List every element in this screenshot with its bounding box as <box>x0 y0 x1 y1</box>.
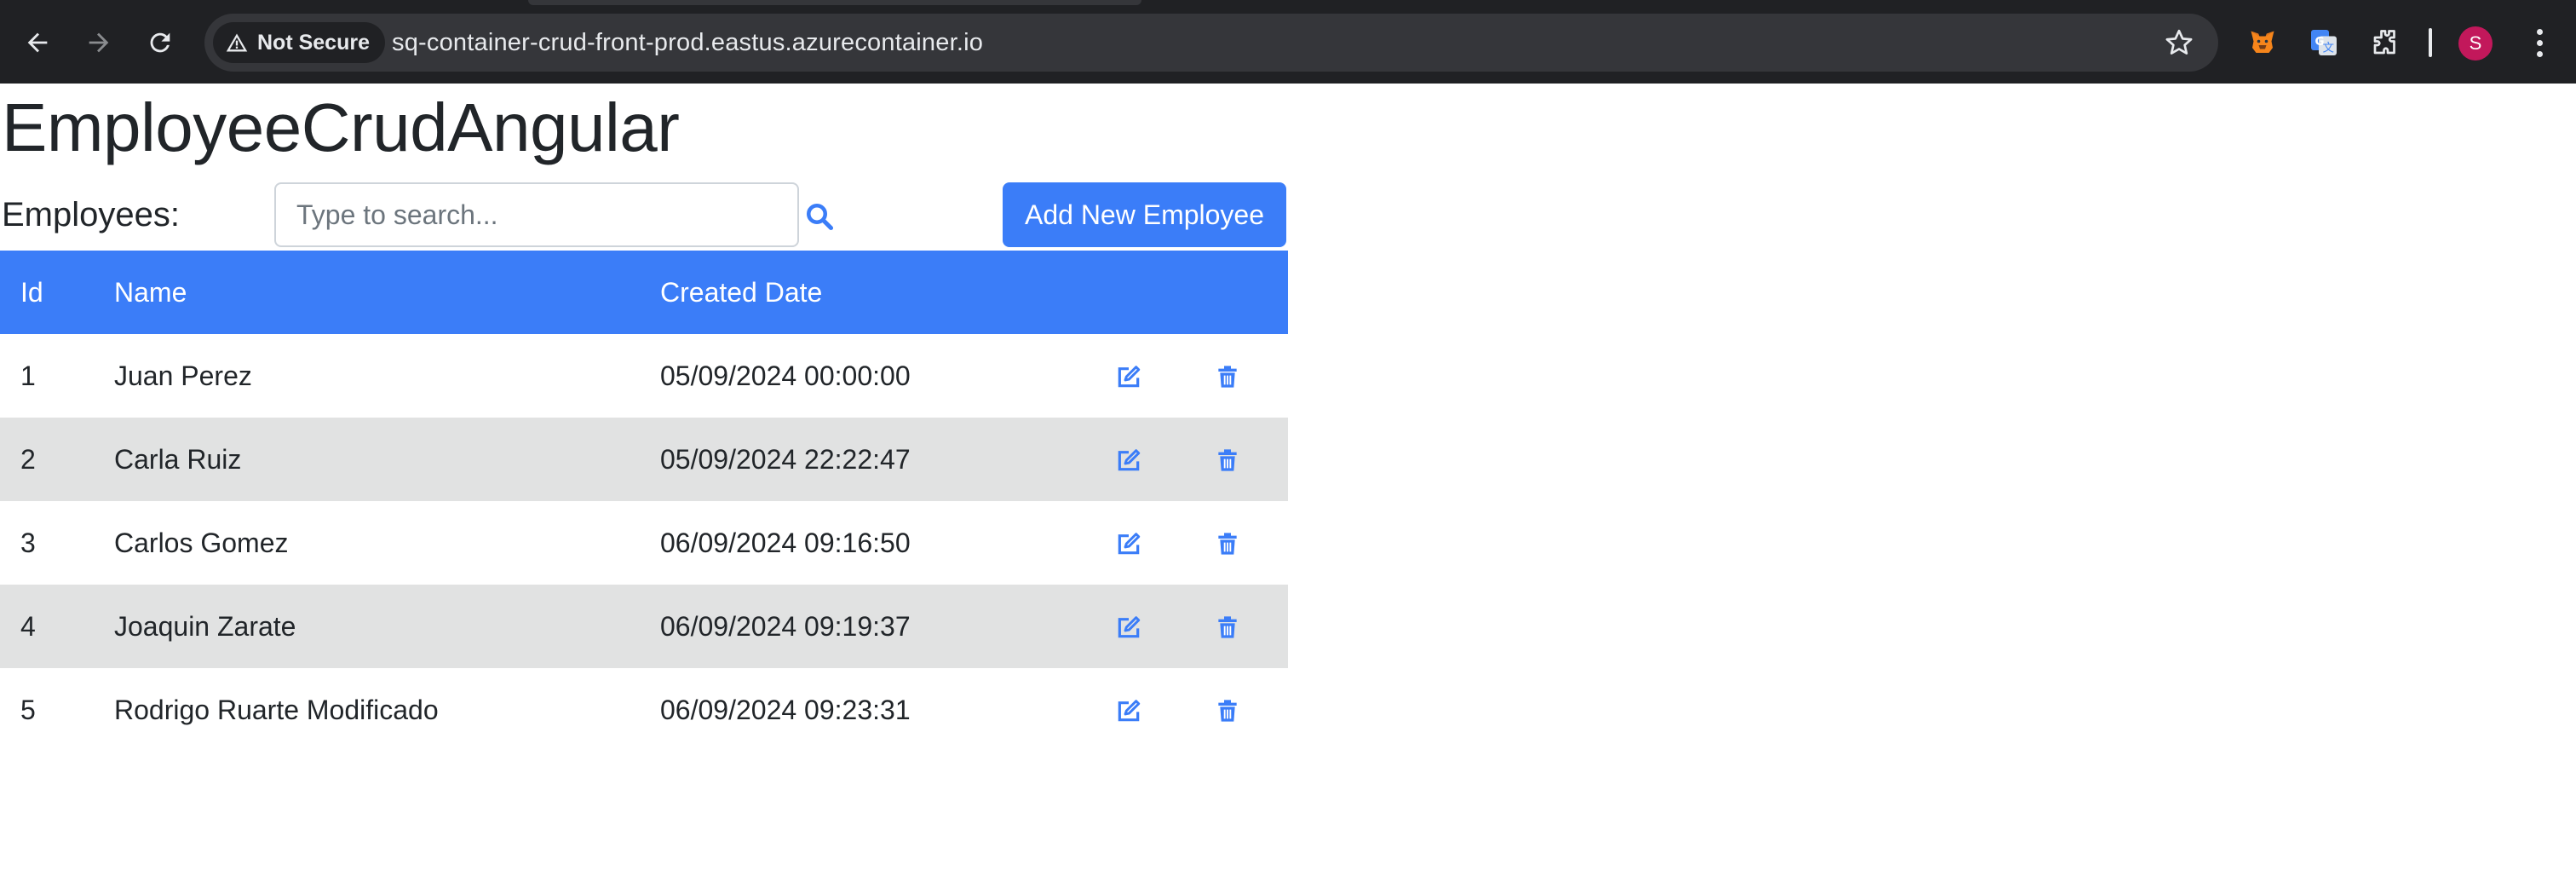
extensions-icon <box>2373 30 2395 55</box>
extensions-button[interactable] <box>2366 24 2404 61</box>
cell-created-date: 05/09/2024 22:22:47 <box>660 444 911 475</box>
page-title: EmployeeCrudAngular <box>2 89 680 165</box>
metamask-icon <box>2251 31 2274 53</box>
security-chip-label: Not Secure <box>257 30 370 55</box>
cell-name: Carlos Gomez <box>114 528 289 558</box>
table-header: Id Name Created Date <box>0 251 1288 334</box>
more-icon[interactable] <box>2527 24 2552 61</box>
reload-icon <box>150 32 170 53</box>
cell-name: Rodrigo Ruarte Modificado <box>114 695 439 725</box>
star-icon[interactable] <box>2164 27 2194 58</box>
reload-button[interactable] <box>138 20 182 65</box>
address-bar[interactable]: Not Secure sq-container-crud-front-prod.… <box>204 14 2218 72</box>
trash-icon[interactable] <box>1214 447 1241 474</box>
trash-icon[interactable] <box>1214 614 1241 641</box>
trash-icon[interactable] <box>1214 697 1241 724</box>
cell-id: 2 <box>20 444 36 475</box>
warning-icon <box>226 33 248 52</box>
edit-icon[interactable] <box>1115 530 1142 557</box>
table-row: 4 Joaquin Zarate 06/09/2024 09:19:37 <box>0 585 1288 668</box>
forward-button[interactable] <box>77 20 121 65</box>
google-translate-icon: G 文 <box>2311 30 2337 55</box>
browser-toolbar: Not Secure sq-container-crud-front-prod.… <box>0 0 2576 84</box>
cell-id: 5 <box>20 695 36 725</box>
table-row: 2 Carla Ruiz 05/09/2024 22:22:47 <box>0 418 1288 501</box>
back-icon <box>27 32 48 53</box>
cell-name: Joaquin Zarate <box>114 611 296 642</box>
table-row: 5 Rodrigo Ruarte Modificado 06/09/2024 0… <box>0 668 1288 752</box>
cell-id: 1 <box>20 360 36 391</box>
edit-icon[interactable] <box>1115 363 1142 390</box>
svg-text:文: 文 <box>2323 42 2335 55</box>
search-icon[interactable] <box>804 201 835 232</box>
employees-label: Employees: <box>2 196 180 234</box>
cell-id: 4 <box>20 611 36 642</box>
toolbar-divider <box>2429 28 2432 57</box>
trash-icon[interactable] <box>1214 530 1241 557</box>
cell-created-date: 05/09/2024 00:00:00 <box>660 360 911 391</box>
url-text[interactable]: sq-container-crud-front-prod.eastus.azur… <box>392 14 983 72</box>
search-input[interactable] <box>274 182 799 247</box>
add-employee-button[interactable]: Add New Employee <box>1003 182 1286 247</box>
employees-table: Id Name Created Date 1 Juan Perez 05/09/… <box>0 251 1288 752</box>
back-button[interactable] <box>15 20 60 65</box>
column-header-name: Name <box>114 277 187 308</box>
cell-created-date: 06/09/2024 09:23:31 <box>660 695 911 725</box>
profile-avatar[interactable]: S <box>2458 26 2493 61</box>
column-header-id: Id <box>20 277 43 308</box>
cell-name: Juan Perez <box>114 360 252 391</box>
cell-created-date: 06/09/2024 09:16:50 <box>660 528 911 558</box>
edit-icon[interactable] <box>1115 697 1142 724</box>
security-chip[interactable]: Not Secure <box>213 22 385 63</box>
table-row: 3 Carlos Gomez 06/09/2024 09:16:50 <box>0 501 1288 585</box>
translate-extension[interactable]: G 文 <box>2305 24 2343 61</box>
trash-icon[interactable] <box>1214 363 1241 390</box>
cell-id: 3 <box>20 528 36 558</box>
forward-icon <box>89 32 109 53</box>
cell-name: Carla Ruiz <box>114 444 242 475</box>
active-tab-edge <box>528 0 1141 5</box>
metamask-extension[interactable] <box>2244 24 2281 61</box>
column-header-created-date: Created Date <box>660 277 823 308</box>
cell-created-date: 06/09/2024 09:19:37 <box>660 611 911 642</box>
edit-icon[interactable] <box>1115 614 1142 641</box>
edit-icon[interactable] <box>1115 447 1142 474</box>
table-row: 1 Juan Perez 05/09/2024 00:00:00 <box>0 334 1288 418</box>
